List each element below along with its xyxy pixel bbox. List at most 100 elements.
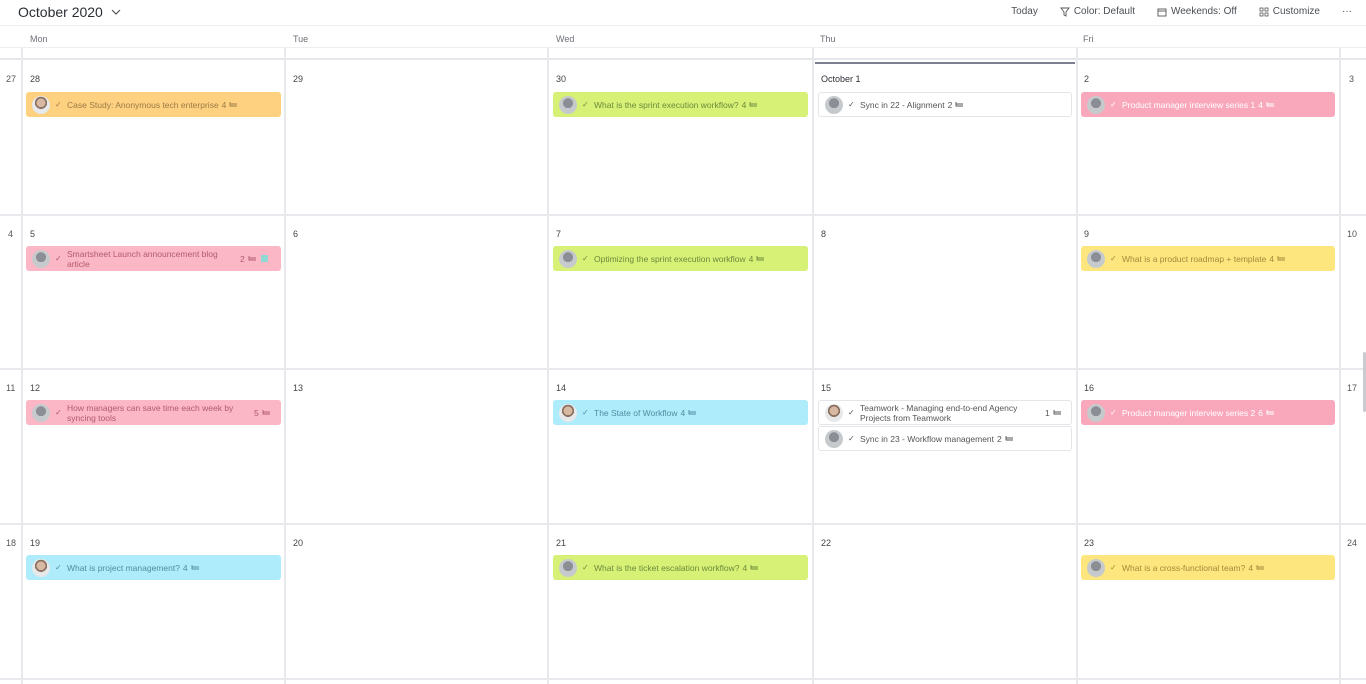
- day-number: 23: [1084, 538, 1095, 548]
- day-number: 19: [30, 538, 41, 548]
- subtask-icon: [1005, 435, 1013, 440]
- event-count: 4: [742, 562, 748, 573]
- calendar-event[interactable]: ✓ What is the sprint execution workflow?…: [553, 92, 808, 117]
- day-number: 5: [30, 229, 36, 239]
- calendar-event[interactable]: ✓ Case Study: Anonymous tech enterprise …: [26, 92, 281, 117]
- subtask-icon: [1277, 255, 1286, 260]
- month-title: October 2020: [18, 4, 103, 20]
- subtask-icon: [756, 255, 765, 260]
- check-icon: ✓: [582, 254, 589, 263]
- event-title: Smartsheet Launch announcement blog arti…: [67, 248, 218, 269]
- subtask-icon: [1256, 564, 1265, 569]
- prev-week-day: 4: [8, 229, 14, 239]
- calendar-event[interactable]: ✓ Smartsheet Launch announcement blog ar…: [26, 246, 281, 271]
- subtask-icon: [955, 101, 964, 106]
- weekends-label: Weekends: Off: [1170, 6, 1237, 17]
- avatar-icon: [559, 249, 577, 268]
- grid-line: [547, 48, 549, 684]
- day-number: 30: [556, 74, 567, 84]
- subtask-icon: [688, 409, 697, 414]
- subtask-icon: [749, 101, 758, 106]
- calendar-event[interactable]: ✓ Product manager interview series 2 6: [1081, 400, 1335, 425]
- calendar-event[interactable]: ✓ What is a cross-functional team? 4: [1081, 555, 1335, 580]
- calendar-event[interactable]: ✓ What is the ticket escalation workflow…: [553, 555, 808, 580]
- day-wed: Wed: [556, 34, 575, 44]
- weekday-header: Mon Tue Wed Thu Fri: [0, 28, 1366, 48]
- avatar-icon: [1087, 95, 1105, 114]
- prev-week-day: 18: [6, 538, 17, 548]
- day-thu: Thu: [820, 34, 836, 44]
- day-number: 15: [821, 383, 832, 393]
- color-label: Color: Default: [1073, 6, 1135, 17]
- customize-label: Customize: [1272, 6, 1320, 17]
- grid-line: [0, 523, 1366, 525]
- next-week-day: 3: [1349, 74, 1355, 84]
- calendar-event[interactable]: ✓ What is project management? 4: [26, 555, 281, 580]
- event-title: Product manager interview series 2: [1122, 407, 1256, 418]
- month-selector[interactable]: October 2020: [18, 4, 121, 20]
- check-icon: ✓: [1110, 408, 1117, 417]
- avatar-icon: [1087, 403, 1105, 422]
- day-number: 8: [821, 229, 827, 239]
- avatar-icon: [32, 403, 50, 422]
- prev-week-day: 27: [6, 74, 17, 84]
- day-number: 6: [293, 229, 299, 239]
- avatar-icon: [1087, 558, 1105, 577]
- event-count: 4: [748, 253, 754, 264]
- event-count: 4: [1269, 253, 1275, 264]
- calendar-event[interactable]: ✓ How managers can save time each week b…: [26, 400, 281, 425]
- prev-week-day: 11: [6, 383, 16, 393]
- day-number: 13: [293, 383, 304, 393]
- calendar-event[interactable]: ✓ Sync in 23 - Workflow management 2: [818, 426, 1072, 451]
- chevron-down-icon: [111, 9, 121, 15]
- more-button[interactable]: ···: [1342, 6, 1352, 17]
- header-strip: [0, 48, 1366, 60]
- event-count: 4: [1258, 99, 1263, 110]
- today-date: October 1: [821, 74, 861, 84]
- event-count: 4: [221, 99, 227, 110]
- check-icon: ✓: [582, 408, 589, 417]
- avatar-icon: [32, 558, 50, 577]
- event-title: The State of Workflow: [594, 407, 678, 418]
- subtask-icon: [191, 564, 199, 569]
- avatar-icon: [559, 558, 577, 577]
- avatar-icon: [559, 403, 577, 422]
- subtask-icon: [262, 409, 270, 414]
- day-number: 12: [30, 383, 41, 393]
- calendar-event[interactable]: ✓ Teamwork - Managing end-to-end Agency …: [818, 400, 1072, 425]
- today-button[interactable]: Today: [1011, 6, 1038, 17]
- event-title: How managers can save time each week by …: [67, 402, 234, 423]
- event-title: What is project management?: [67, 562, 180, 573]
- calendar-event[interactable]: ✓ Sync in 22 - Alignment 2: [818, 92, 1072, 117]
- check-icon: ✓: [1110, 563, 1117, 572]
- event-count: 4: [182, 562, 188, 573]
- customize-button[interactable]: Customize: [1259, 6, 1320, 17]
- check-icon: ✓: [1110, 100, 1117, 109]
- event-count: 4: [680, 407, 686, 418]
- day-number: 22: [821, 538, 832, 548]
- event-title: Teamwork - Managing end-to-end Agency Pr…: [860, 402, 1018, 423]
- subtask-icon: [1053, 409, 1061, 414]
- day-fri: Fri: [1083, 34, 1094, 44]
- calendar-toolbar: October 2020 Today Color: Default Weeken…: [0, 0, 1366, 26]
- grid-line: [0, 678, 1366, 680]
- today-indicator: [815, 62, 1075, 64]
- check-icon: ✓: [1110, 254, 1117, 263]
- avatar-icon: [825, 403, 843, 422]
- calendar-event[interactable]: ✓ The State of Workflow 4: [553, 400, 808, 425]
- today-label: Today: [1011, 6, 1038, 17]
- day-number: 2: [1084, 74, 1090, 84]
- check-icon: ✓: [55, 100, 62, 109]
- day-number: 20: [293, 538, 304, 548]
- event-count: 6: [1258, 407, 1263, 418]
- calendar-event[interactable]: ✓ Product manager interview series 1 4: [1081, 92, 1335, 117]
- color-button[interactable]: Color: Default: [1059, 6, 1135, 17]
- event-title: Case Study: Anonymous tech enterprise: [67, 99, 219, 110]
- event-title: Sync in 22 - Alignment: [860, 99, 945, 110]
- avatar-icon: [32, 249, 50, 268]
- calendar-event[interactable]: ✓ Optimizing the sprint execution workfl…: [553, 246, 808, 271]
- weekends-button[interactable]: Weekends: Off: [1157, 6, 1237, 17]
- calendar-event[interactable]: ✓ What is a product roadmap + template 4: [1081, 246, 1335, 271]
- grid-icon: [1259, 7, 1269, 16]
- event-count: 2: [997, 433, 1002, 444]
